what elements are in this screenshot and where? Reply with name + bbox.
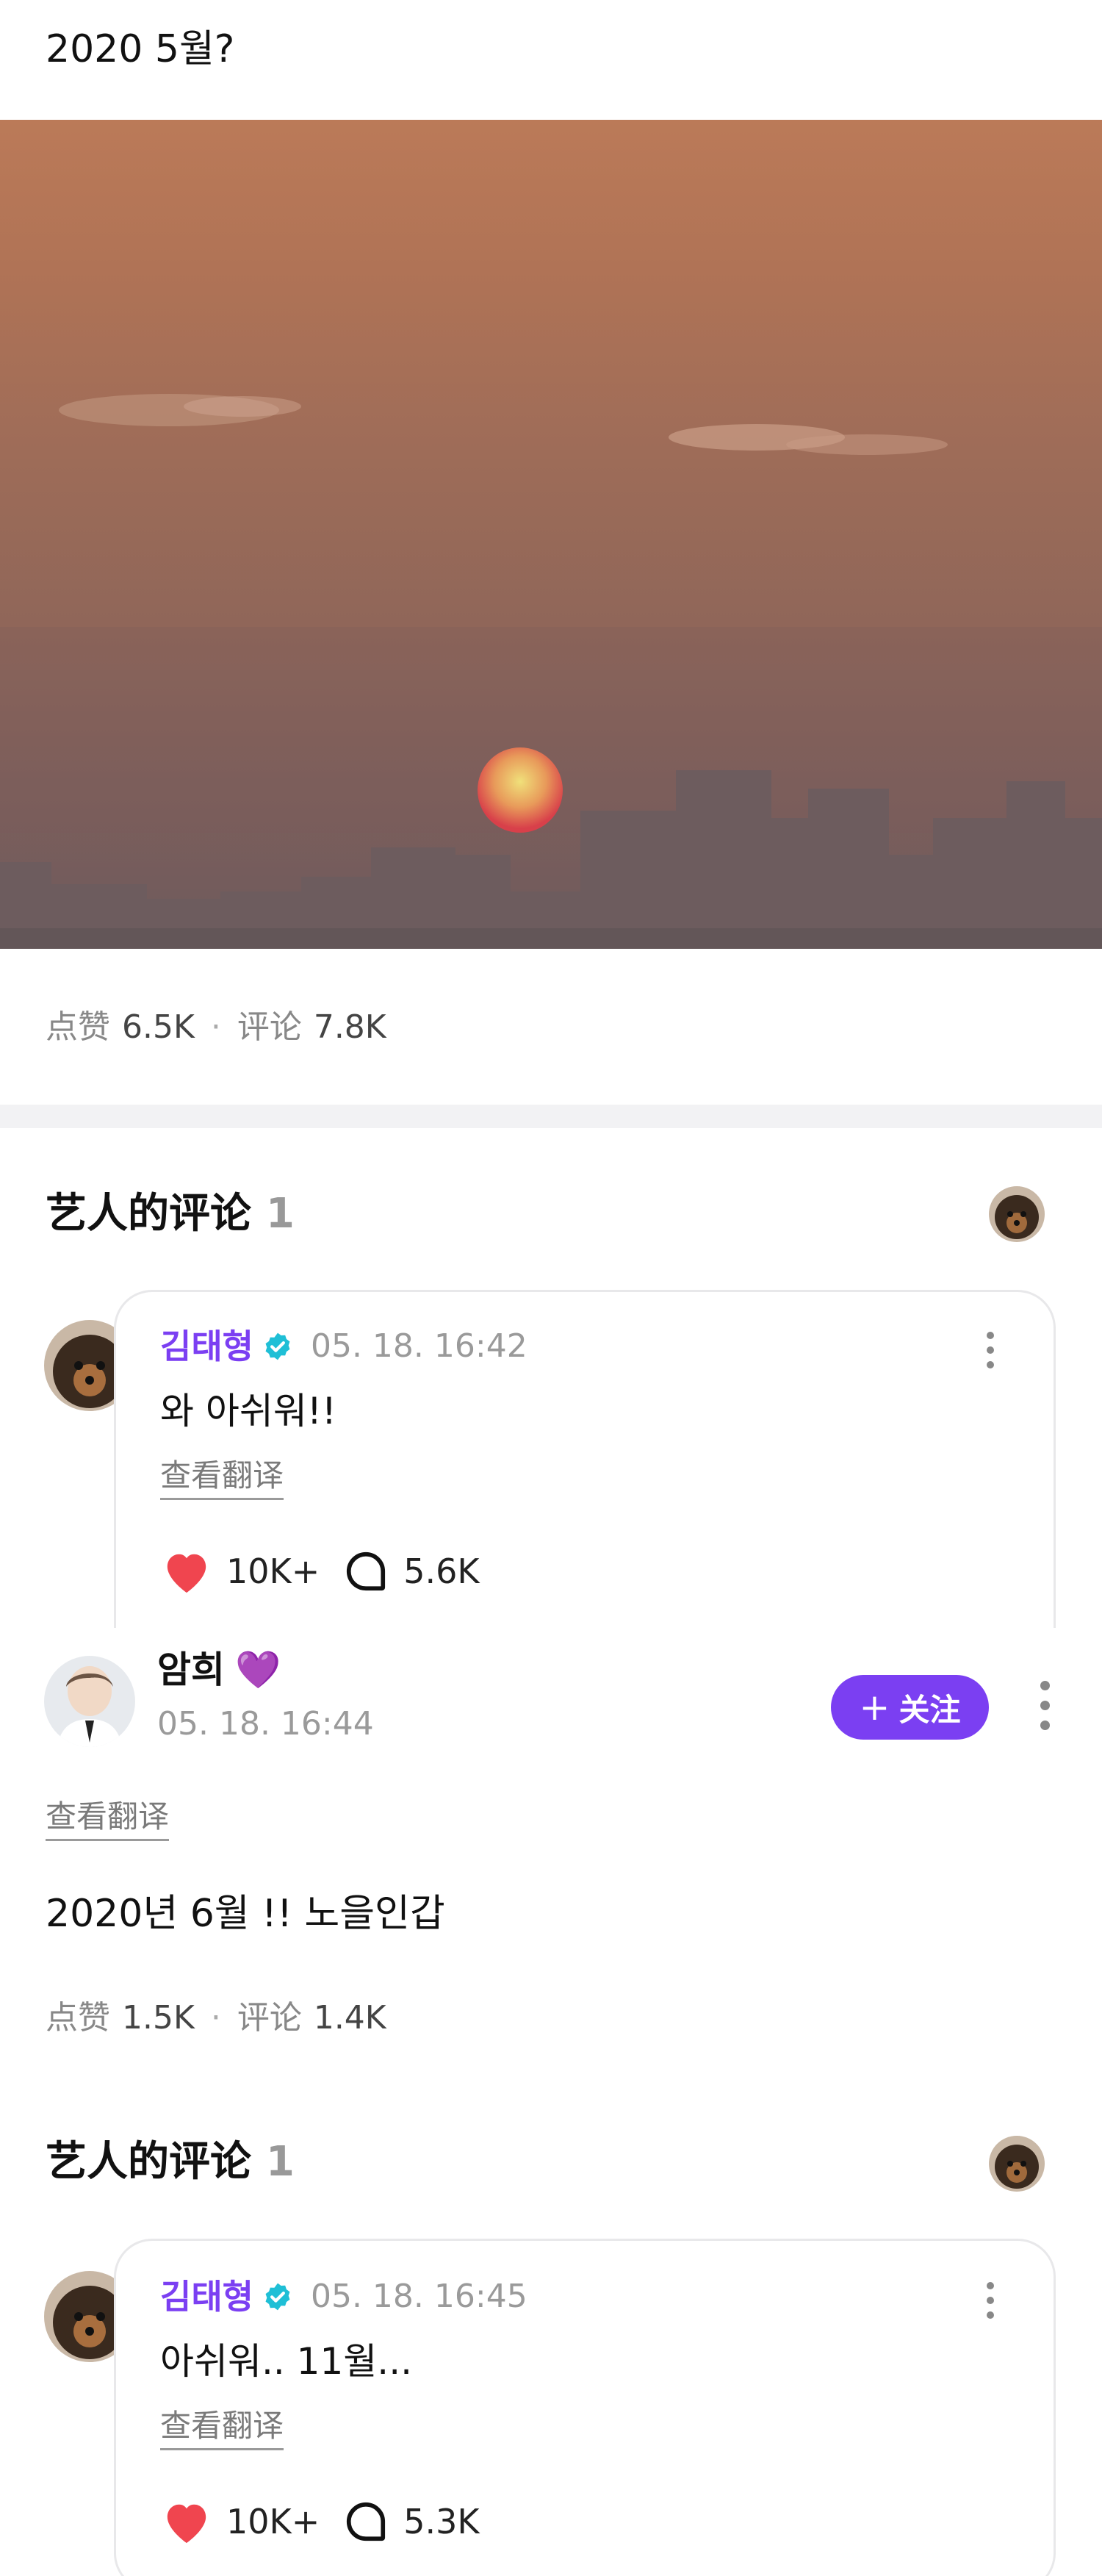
reply-count: 5.3K	[403, 2502, 480, 2541]
like-count: 10K+	[226, 2502, 320, 2541]
purple-heart-icon: 💜	[235, 1648, 281, 1691]
follow-button[interactable]: + 关注	[831, 1675, 989, 1740]
dog-avatar-icon	[989, 1186, 1045, 1242]
comment-header: 김태형 05. 18. 16:45	[160, 2275, 527, 2319]
translate-link[interactable]: 查看翻译	[160, 1455, 284, 1500]
more-vertical-icon[interactable]	[983, 2282, 998, 2319]
artist-mini-avatar[interactable]	[989, 2136, 1045, 2192]
comment-bubble-icon[interactable]	[343, 1549, 389, 1594]
more-vertical-icon[interactable]	[1037, 1681, 1052, 1730]
dog-avatar-icon	[989, 2136, 1045, 2192]
like-label: 点赞	[46, 1999, 110, 2037]
comment-count: 7.8K	[313, 1008, 386, 1046]
comment-reactions: 10K+ 5.6K	[160, 1548, 480, 1595]
like-count: 6.5K	[122, 1008, 195, 1046]
comment-text: 아쉬워.. 11월...	[160, 2340, 412, 2383]
comment-reactions: 10K+ 5.3K	[160, 2498, 480, 2545]
reply-count: 5.6K	[403, 1551, 480, 1591]
separator-dot: ·	[210, 1999, 221, 2037]
comment-timestamp: 05. 18. 16:45	[310, 2278, 527, 2315]
like-count: 1.5K	[122, 1999, 195, 2037]
comment-label: 评论	[237, 1008, 302, 1046]
comment-header: 김태형 05. 18. 16:42	[160, 1324, 527, 1368]
artist-mini-avatar[interactable]	[989, 1186, 1045, 1242]
sunset-image	[0, 394, 1102, 949]
person-avatar-icon	[44, 1656, 135, 1747]
comment-text: 와 아쉬워!!	[160, 1390, 336, 1432]
section-divider	[0, 1105, 1102, 1128]
comment-label: 评论	[237, 1999, 302, 2037]
verified-badge-icon	[265, 2283, 290, 2311]
plus-icon: +	[859, 1686, 890, 1729]
artist-comments-title: 艺人的评论 1	[46, 1188, 295, 1240]
like-count: 10K+	[226, 1551, 320, 1591]
artist-comments-count: 1	[266, 1190, 295, 1238]
like-label: 点赞	[46, 1008, 110, 1046]
follow-label: 关注	[898, 1691, 961, 1728]
artist-name[interactable]: 김태형	[160, 1324, 253, 1368]
user-name-row: 암희 💜	[157, 1646, 281, 1693]
user-avatar[interactable]	[44, 1656, 135, 1747]
post-stats: 点赞 1.5K · 评论 1.4K	[46, 1998, 386, 2039]
comment-timestamp: 05. 18. 16:42	[310, 1327, 527, 1365]
comment-count: 1.4K	[313, 1999, 386, 2037]
separator-dot: ·	[210, 1008, 221, 1046]
artist-comments-count: 1	[266, 2138, 295, 2186]
artist-comment-card: 김태형 05. 18. 16:45 아쉬워.. 11월... 查看翻译 10K+…	[114, 2239, 1056, 2576]
artist-comments-title: 艺人的评论 1	[46, 2136, 295, 2188]
user-name[interactable]: 암희	[157, 1646, 225, 1693]
post-text: 2020 5월?	[46, 27, 235, 71]
post-photo[interactable]	[0, 120, 1102, 949]
post-text: 2020년 6월 !! 노을인갑	[46, 1892, 445, 1936]
post-timestamp: 05. 18. 16:44	[157, 1705, 374, 1743]
artist-name[interactable]: 김태형	[160, 2275, 253, 2319]
post-stats: 点赞 6.5K · 评论 7.8K	[46, 1007, 386, 1048]
artist-comments-label: 艺人的评论	[46, 1190, 251, 1238]
heart-icon[interactable]	[160, 1548, 213, 1595]
comment-bubble-icon[interactable]	[343, 2499, 389, 2544]
translate-link[interactable]: 查看翻译	[46, 1796, 170, 1841]
verified-badge-icon	[265, 1332, 290, 1360]
more-vertical-icon[interactable]	[983, 1332, 998, 1368]
artist-comments-label: 艺人的评论	[46, 2138, 251, 2186]
heart-icon[interactable]	[160, 2498, 213, 2545]
translate-link[interactable]: 查看翻译	[160, 2405, 284, 2450]
artist-comment-card: 김태형 05. 18. 16:42 와 아쉬워!! 查看翻译 10K+ 5.6K	[114, 1290, 1056, 1628]
